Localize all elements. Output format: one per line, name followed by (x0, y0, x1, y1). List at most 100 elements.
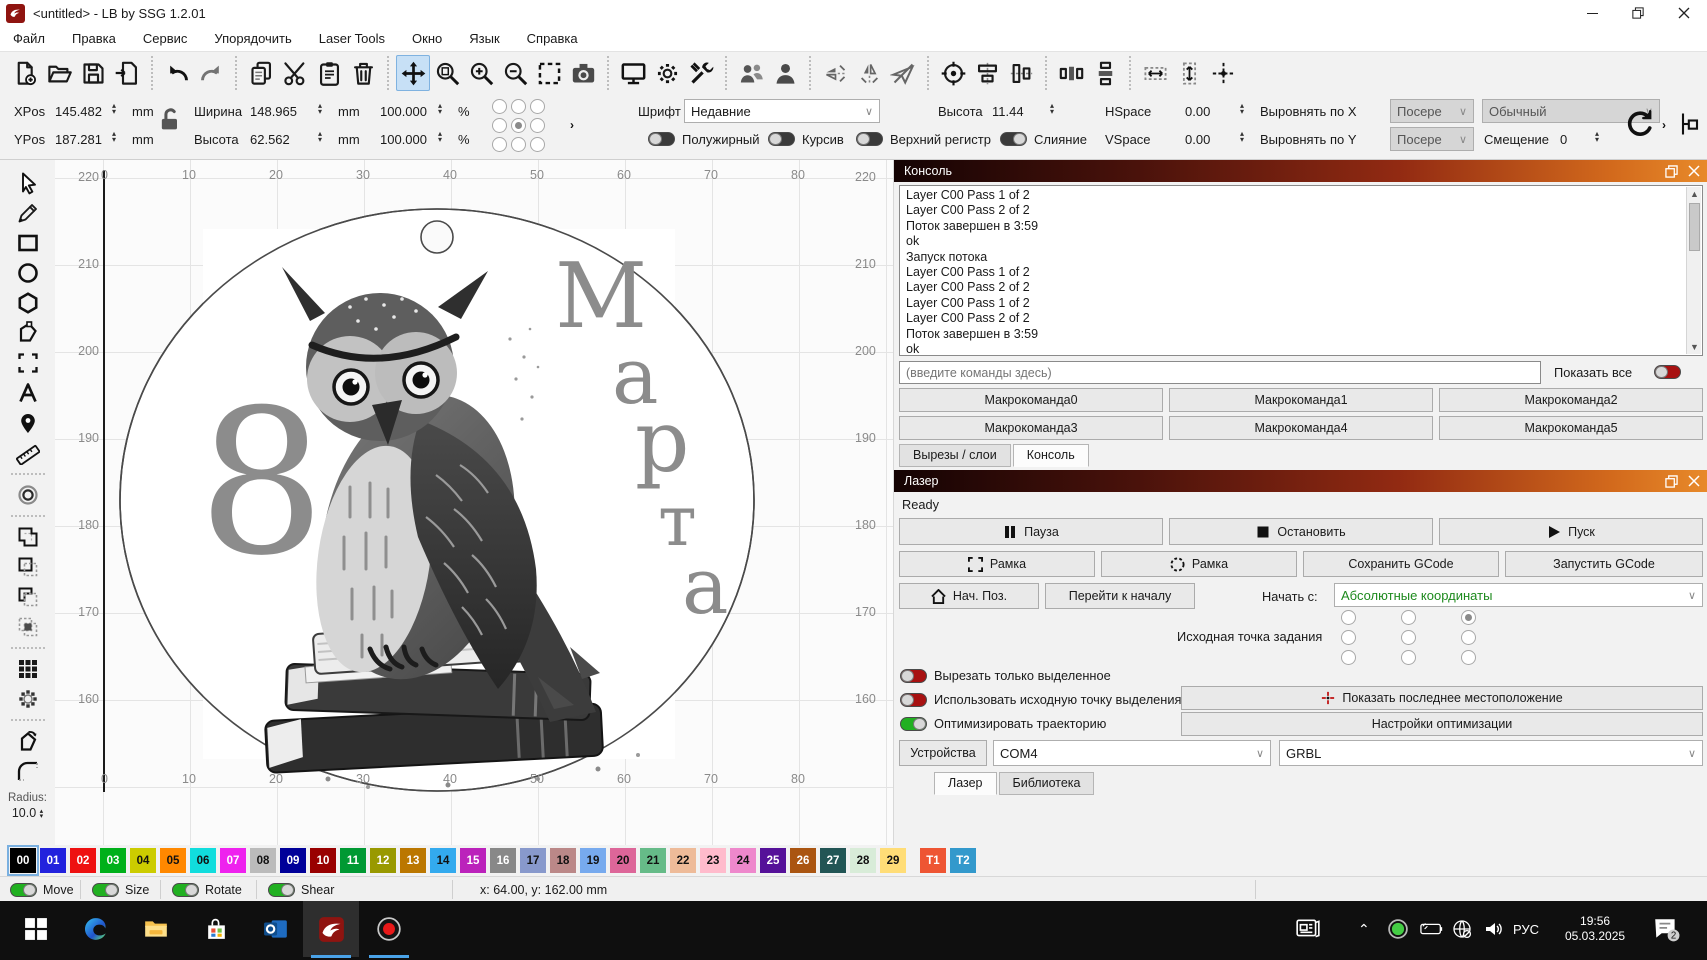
macro-button-2[interactable]: Макрокоманда2 (1439, 388, 1703, 412)
resize-height-button[interactable] (1172, 55, 1206, 91)
palette-swatch-11[interactable]: 11 (340, 848, 366, 873)
palette-swatch-09[interactable]: 09 (280, 848, 306, 873)
start-button[interactable] (8, 901, 64, 957)
tab-консоль[interactable]: Консоль (1012, 444, 1089, 467)
show-last-position-button[interactable]: Показать последнее местоположение (1181, 686, 1703, 710)
offset-shapes-tool[interactable] (9, 480, 47, 510)
palette-swatch-18[interactable]: 18 (550, 848, 576, 873)
menu-item-6[interactable]: Окно (412, 31, 442, 46)
radius-value[interactable]: 10.0 ▴ ▾ (12, 806, 43, 820)
palette-swatch-16[interactable]: 16 (490, 848, 516, 873)
size-toggle[interactable]: Size (92, 877, 149, 902)
boolean-difference-tool[interactable] (9, 582, 47, 612)
anchor-radio-8[interactable] (530, 137, 545, 152)
anchor-radio-1[interactable] (511, 99, 526, 114)
width-value[interactable]: 148.965 (250, 104, 297, 119)
kerning-icon[interactable] (1676, 110, 1704, 141)
anchor-radio-6[interactable] (492, 137, 507, 152)
palette-swatch-04[interactable]: 04 (130, 848, 156, 873)
palette-swatch-22[interactable]: 22 (670, 848, 696, 873)
tab-библиотека[interactable]: Библиотека (998, 772, 1095, 795)
tools-wrench-button[interactable] (684, 55, 718, 91)
menu-item-7[interactable]: Язык (469, 31, 499, 46)
menu-item-2[interactable]: Правка (72, 31, 116, 46)
network-globe-icon[interactable] (1452, 901, 1472, 957)
clock[interactable]: 19:56 05.03.2025 (1565, 901, 1625, 957)
macro-button-0[interactable]: Макрокоманда0 (899, 388, 1163, 412)
palette-swatch-15[interactable]: 15 (460, 848, 486, 873)
file-explorer-icon[interactable] (128, 901, 184, 957)
menu-item-3[interactable]: Сервис (143, 31, 188, 46)
palette-swatch-21[interactable]: 21 (640, 848, 666, 873)
xpos-spinner[interactable]: ▴ ▾ (112, 102, 116, 116)
scroll-thumb[interactable] (1689, 203, 1700, 251)
float-panel-icon[interactable] (1665, 164, 1678, 178)
merge-toggle[interactable] (1000, 132, 1027, 146)
select-frame-button[interactable] (532, 55, 566, 91)
anchor-radio-2[interactable] (530, 99, 545, 114)
move-toggle[interactable]: Move (10, 877, 74, 902)
palette-swatch-08[interactable]: 08 (250, 848, 276, 873)
cut-selected-toggle[interactable] (900, 669, 927, 683)
ypos-value[interactable]: 187.281 (55, 132, 102, 147)
palette-swatch-25[interactable]: 25 (760, 848, 786, 873)
grid-array-tool[interactable] (9, 654, 47, 684)
start-button[interactable]: Пуск (1439, 518, 1703, 545)
frame-rect-button[interactable]: Рамка (899, 551, 1095, 577)
palette-swatch-28[interactable]: 28 (850, 848, 876, 873)
show-all-toggle[interactable] (1654, 365, 1681, 379)
vspace-spinner[interactable]: ▴ ▾ (1240, 130, 1244, 144)
overflow-arrow-2[interactable]: › (1662, 118, 1666, 132)
edit-nodes-tool[interactable] (9, 318, 47, 348)
job-origin-radio-2[interactable] (1461, 610, 1476, 625)
redo-button[interactable] (194, 55, 228, 91)
rectangle-tool[interactable] (9, 228, 47, 258)
console-log[interactable]: ▲ ▼ Layer C00 Pass 1 of 2 Layer C00 Pass … (899, 185, 1703, 356)
zoom-page-button[interactable] (430, 55, 464, 91)
offset-spinner[interactable]: ▴ ▾ (1595, 130, 1599, 144)
palette-swatch-23[interactable]: 23 (700, 848, 726, 873)
palette-swatch-19[interactable]: 19 (580, 848, 606, 873)
overflow-arrow[interactable]: › (570, 118, 574, 132)
single-user-button[interactable] (768, 55, 802, 91)
distribute-h-button[interactable] (1054, 55, 1088, 91)
ellipse-tool[interactable] (9, 258, 47, 288)
palette-swatch-05[interactable]: 05 (160, 848, 186, 873)
pause-button[interactable]: Пауза (899, 518, 1163, 545)
palette-swatch-03[interactable]: 03 (100, 848, 126, 873)
weld-shapes-tool[interactable] (9, 522, 47, 552)
console-panel-header[interactable]: Консоль (894, 160, 1707, 182)
width-pct-value[interactable]: 100.000 (380, 104, 427, 119)
monitor-button[interactable] (616, 55, 650, 91)
italic-toggle[interactable] (768, 132, 795, 146)
font-height-spinner[interactable]: ▴ ▾ (1050, 102, 1054, 116)
polygon-tool[interactable] (9, 288, 47, 318)
optimize-toggle[interactable] (900, 717, 927, 731)
palette-swatch-26[interactable]: 26 (790, 848, 816, 873)
palette-swatch-29[interactable]: 29 (880, 848, 906, 873)
height-value[interactable]: 62.562 (250, 132, 290, 147)
goto-origin-button[interactable]: Перейти к началу (1045, 583, 1195, 609)
palette-swatch-06[interactable]: 06 (190, 848, 216, 873)
palette-swatch-T2[interactable]: T2 (950, 848, 976, 873)
port-dropdown[interactable]: COM4 ∨ (993, 740, 1271, 766)
palette-swatch-20[interactable]: 20 (610, 848, 636, 873)
undo-button[interactable] (160, 55, 194, 91)
edge-browser-icon[interactable] (68, 901, 124, 957)
tray-chevron-icon[interactable]: ⌃ (1358, 901, 1370, 957)
group-objects-button[interactable] (734, 55, 768, 91)
macro-button-5[interactable]: Макрокоманда5 (1439, 416, 1703, 440)
text-tool[interactable] (9, 378, 47, 408)
start-from-dropdown[interactable]: Абсолютные координаты ∨ (1334, 583, 1703, 607)
hspace-spinner[interactable]: ▴ ▾ (1240, 102, 1244, 116)
devices-button[interactable]: Устройства (899, 740, 987, 766)
anchor-radio-7[interactable] (511, 137, 526, 152)
frame-shape-tool[interactable] (9, 348, 47, 378)
delete-button[interactable] (346, 55, 380, 91)
tab-вырезы-слои[interactable]: Вырезы / слои (899, 444, 1011, 467)
palette-swatch-T1[interactable]: T1 (920, 848, 946, 873)
optimization-settings-button[interactable]: Настройки оптимизации (1181, 712, 1703, 736)
zoom-in-button[interactable] (464, 55, 498, 91)
job-origin-radio-3[interactable] (1341, 630, 1356, 645)
notification-icon[interactable]: 2 (1652, 901, 1680, 957)
